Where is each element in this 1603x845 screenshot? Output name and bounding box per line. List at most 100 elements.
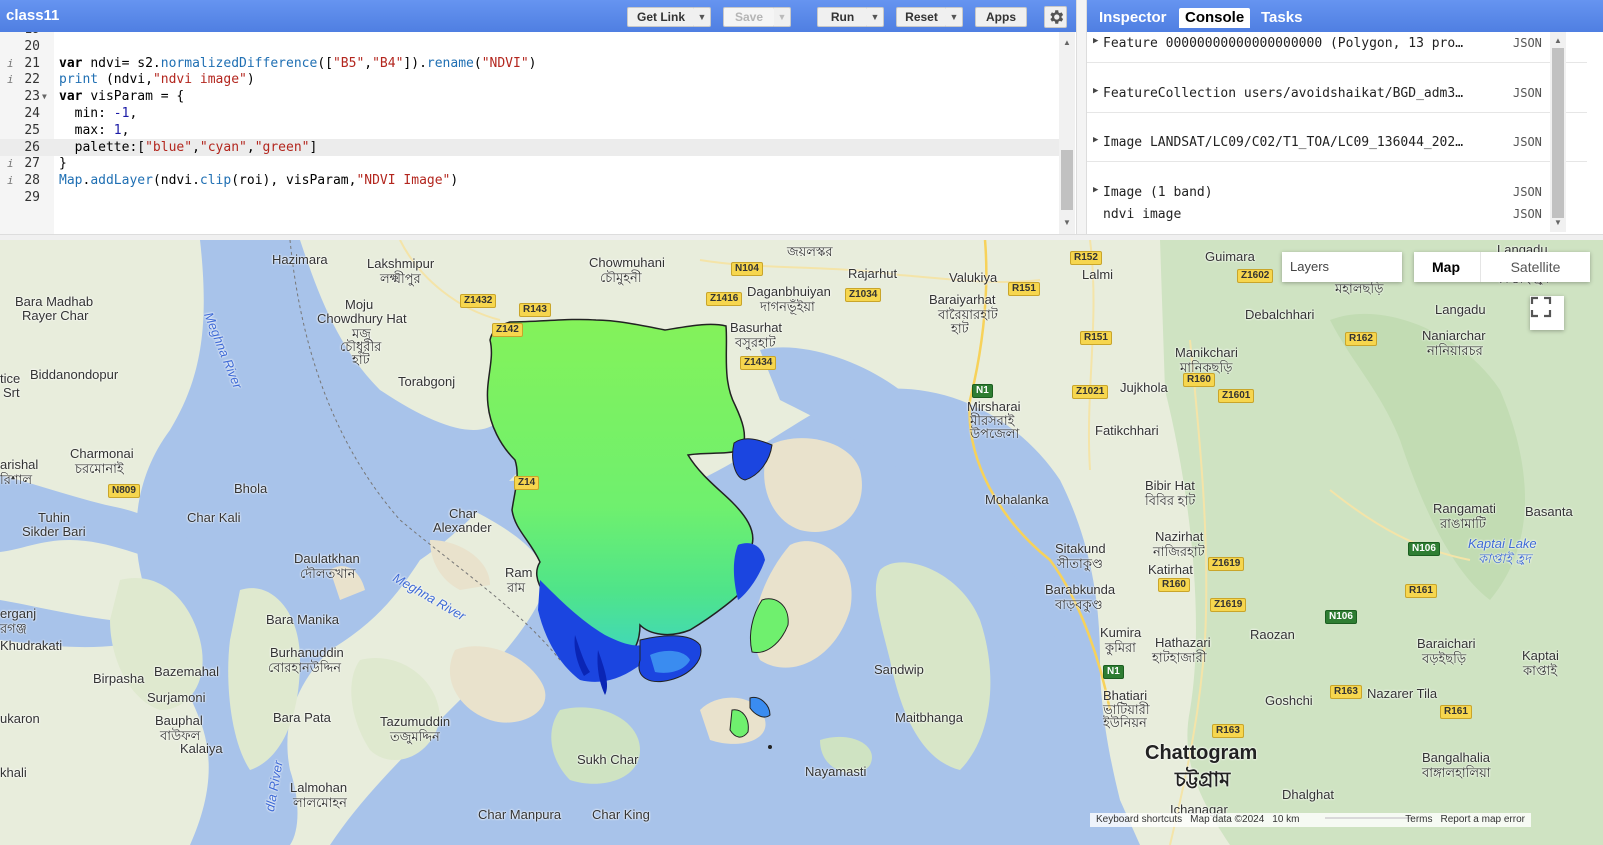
apps-button[interactable]: Apps [975, 7, 1027, 27]
code-line[interactable]: 24 min: -1, [0, 105, 1072, 122]
code-line[interactable]: 29 [0, 189, 1072, 206]
road-shield: Z1602 [1237, 269, 1274, 283]
road-shield: R151 [1008, 282, 1040, 296]
scale-label[interactable]: 10 km [1272, 813, 1397, 827]
info-icon[interactable]: i [7, 55, 14, 72]
place-label: হাটহাজারী [1152, 650, 1207, 665]
place-label: হাট [352, 352, 370, 367]
earth-engine-code-editor: class11 Get Link ▼ Save ▼ Run ▼ Reset ▼ … [0, 0, 1603, 845]
json-button[interactable]: JSON [1513, 135, 1542, 149]
place-label: Alexander [433, 520, 492, 535]
scroll-up-icon[interactable]: ▲ [1063, 38, 1071, 47]
place-label: Burhanuddin [270, 645, 344, 660]
scroll-down-icon[interactable]: ▼ [1063, 218, 1071, 227]
info-icon[interactable]: i [7, 172, 14, 189]
road-shield: Z1434 [740, 356, 777, 370]
place-label: Char [449, 506, 478, 521]
place-label: Daulatkhan [294, 551, 360, 566]
place-label: দৌলতখান [300, 566, 356, 581]
map-type-map-button[interactable]: Map [1414, 252, 1478, 282]
road-shield: N106 [1325, 610, 1357, 624]
road-shield: R160 [1183, 373, 1215, 387]
code-line[interactable]: 28 i Map.addLayer(ndvi.clip(roi), visParam… [0, 172, 1072, 189]
layers-label: Layers [1290, 259, 1330, 274]
water-label: Kaptai Lake [1468, 536, 1537, 551]
layers-control[interactable]: Layers [1282, 252, 1402, 282]
place-label: Barabkunda [1045, 582, 1116, 597]
road-shield: Z14 [514, 476, 540, 490]
info-icon[interactable]: i [7, 71, 14, 88]
place-label: Basurhat [730, 320, 783, 335]
console-divider [1087, 161, 1587, 162]
vertical-pane-splitter[interactable] [1076, 0, 1087, 236]
place-label: সীতাকুণ্ড [1057, 556, 1103, 571]
json-button[interactable]: JSON [1513, 36, 1542, 50]
place-label: Sukh Char [577, 752, 639, 767]
code-line[interactable]: 20 [0, 38, 1072, 55]
editor-scrollbar[interactable]: ▲ ▼ [1059, 32, 1075, 234]
city-label: চট্টগ্রাম [1175, 769, 1231, 791]
script-title: class11 [6, 7, 60, 24]
code-line[interactable]: 26 palette:["blue","cyan","green"] [0, 138, 1072, 156]
save-button[interactable]: Save [723, 7, 775, 27]
code-text: } [59, 156, 67, 172]
scroll-up-icon[interactable]: ▲ [1554, 36, 1562, 45]
expand-arrow-icon[interactable]: ▶ [1093, 185, 1098, 195]
fold-arrow-icon[interactable]: ▼ [42, 88, 47, 105]
save-dropdown[interactable]: ▼ [774, 7, 791, 27]
place-label: Tuhin [38, 510, 71, 525]
keyboard-shortcuts-link[interactable]: Keyboard shortcuts [1096, 813, 1182, 827]
place-label: বাড়বকুণ্ড [1055, 597, 1103, 612]
tab-console[interactable]: Console [1179, 8, 1251, 28]
scroll-down-icon[interactable]: ▼ [1554, 218, 1562, 227]
code-line[interactable]: 21 i var ndvi= s2.normalizedDifference(["B… [0, 55, 1072, 72]
line-number: 28 [24, 173, 40, 189]
map-type-satellite-button[interactable]: Satellite [1480, 252, 1590, 282]
code-text: palette:["blue","cyan","green"] [59, 139, 318, 155]
expand-arrow-icon[interactable]: ▶ [1093, 36, 1098, 46]
road-shield: R160 [1158, 578, 1190, 592]
code-line[interactable]: 22 i print (ndvi,"ndvi image") [0, 71, 1072, 88]
place-label: Surjamoni [147, 690, 206, 705]
right-panel-tabs: Inspector Console Tasks [1087, 0, 1603, 32]
code-line[interactable]: 27 i} [0, 155, 1072, 172]
get-link-dropdown[interactable]: ▼ [694, 7, 711, 27]
line-number: 22 [24, 72, 40, 88]
map-attribution: Keyboard shortcuts Map data ©2024 10 km … [1090, 813, 1531, 827]
console-scroll-thumb[interactable] [1552, 48, 1564, 218]
code-editor[interactable]: 192021ivar ndvi= s2.normalizedDifference… [0, 32, 1072, 234]
code-line[interactable]: 23 ▼ var visParam = { [0, 88, 1072, 105]
road-shield: R152 [1070, 251, 1102, 265]
fullscreen-button[interactable] [1530, 296, 1564, 330]
json-button[interactable]: JSON [1513, 185, 1542, 199]
report-map-error-link[interactable]: Report a map error [1441, 813, 1525, 827]
settings-button[interactable] [1044, 6, 1067, 28]
editor-scroll-thumb[interactable] [1061, 150, 1073, 210]
map-canvas[interactable]: Hazimara Lakshmipur লক্ষ্মীপুর Chowmuhani চৌ… [0, 240, 1603, 845]
code-line[interactable]: 25 max: 1, [0, 122, 1072, 139]
place-label: Srt [3, 385, 20, 400]
terms-link[interactable]: Terms [1405, 813, 1432, 827]
expand-arrow-icon[interactable]: ▶ [1093, 86, 1098, 96]
json-button[interactable]: JSON [1513, 207, 1542, 221]
place-label: Lakshmipur [367, 256, 435, 271]
expand-arrow-icon[interactable]: ▶ [1093, 135, 1098, 145]
reset-dropdown[interactable]: ▼ [946, 7, 963, 27]
tab-inspector[interactable]: Inspector [1093, 8, 1173, 28]
place-label: Rangamati [1433, 501, 1496, 516]
place-label: tice [0, 371, 21, 386]
place-label: বোরহানউদ্দিন [268, 660, 342, 675]
json-button[interactable]: JSON [1513, 86, 1542, 100]
get-link-button[interactable]: Get Link [627, 7, 695, 27]
code-text: var ndvi= s2.normalizedDifference(["B5",… [59, 55, 537, 71]
run-button[interactable]: Run [817, 7, 868, 27]
reset-button[interactable]: Reset [896, 7, 947, 27]
run-dropdown[interactable]: ▼ [867, 7, 884, 27]
info-icon[interactable]: i [7, 155, 14, 172]
console-scrollbar[interactable]: ▲ ▼ [1550, 32, 1566, 232]
place-label: Nayamasti [805, 764, 867, 779]
tab-tasks[interactable]: Tasks [1255, 8, 1308, 28]
line-number: 26 [24, 139, 40, 155]
place-label: লালমোহন [293, 795, 347, 810]
line-number: 29 [24, 190, 40, 205]
